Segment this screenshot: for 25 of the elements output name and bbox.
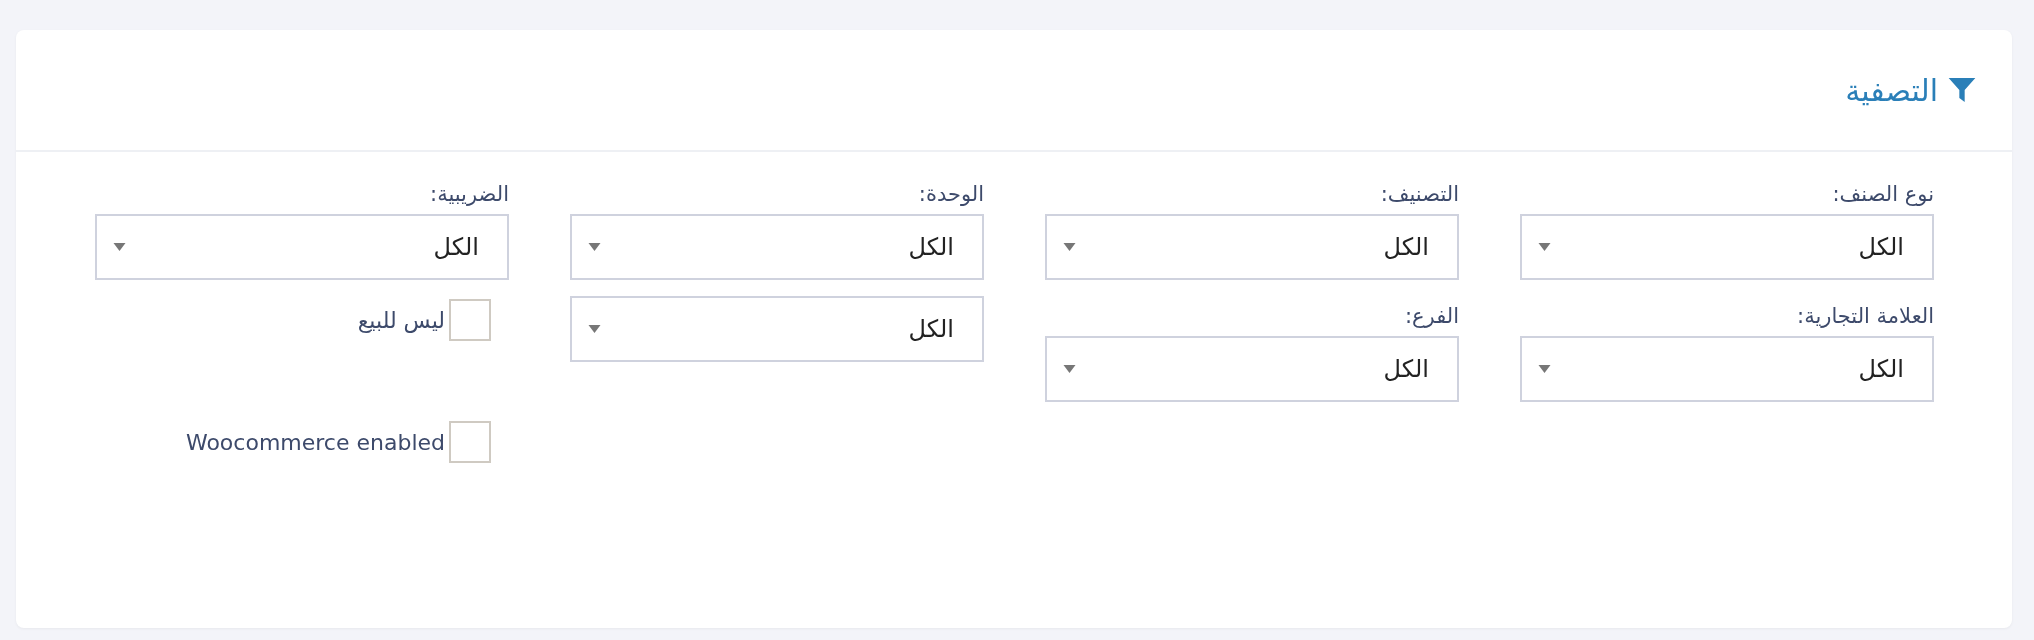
- caret-icon: [1063, 365, 1076, 373]
- checkbox[interactable]: [449, 421, 491, 463]
- dropdown[interactable]: الكل: [570, 296, 984, 362]
- dropdown[interactable]: الكل: [1520, 336, 1934, 402]
- dropdown[interactable]: الكل: [1520, 214, 1934, 280]
- field-label: التصنيف:: [1379, 182, 1459, 206]
- dropdown[interactable]: الكل: [1045, 336, 1459, 402]
- dropdown[interactable]: الكل: [95, 214, 509, 280]
- dropdown[interactable]: الكل: [570, 214, 984, 280]
- field-label: نوع الصنف:: [1831, 182, 1934, 206]
- field-label: الوحدة:: [917, 182, 984, 206]
- caret-icon: [1538, 243, 1551, 251]
- checkbox[interactable]: [449, 299, 491, 341]
- caret-icon: [1538, 365, 1551, 373]
- dropdown[interactable]: الكل: [1045, 214, 1459, 280]
- checkbox-label: ليس للبيع: [357, 307, 445, 333]
- caret-icon: [588, 243, 601, 251]
- caret-icon: [113, 243, 126, 251]
- checkbox-label: Woocommerce enabled: [185, 429, 445, 455]
- caret-icon: [588, 325, 601, 333]
- field-label: الفرع:: [1403, 304, 1459, 328]
- caret-icon: [1063, 243, 1076, 251]
- field-label: الضريبية:: [429, 182, 509, 206]
- panel-title: التصفية: [1845, 72, 1938, 108]
- field-label: العلامة التجارية:: [1796, 304, 1934, 328]
